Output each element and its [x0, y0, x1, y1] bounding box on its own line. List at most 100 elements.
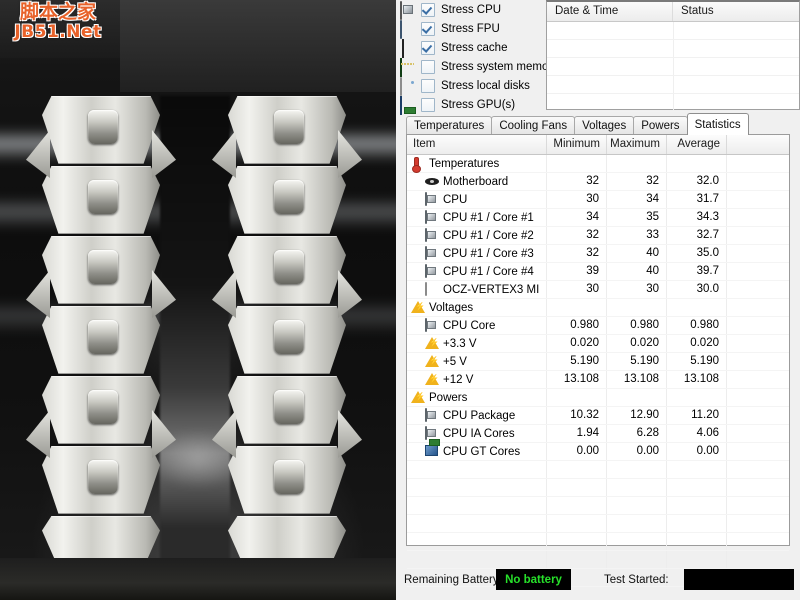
stats-row[interactable]: CPU Core 0.980 0.980 0.980 [407, 317, 789, 335]
stress-option-row[interactable]: Stress CPU [400, 0, 548, 20]
stats-row[interactable]: +12 V 13.108 13.108 13.108 [407, 371, 789, 389]
stress-option-row[interactable]: Stress cache [400, 38, 548, 58]
watermark: 脚本之家 JB51.Net [6, 2, 110, 41]
stats-minimum-cell: 1.94 [547, 425, 607, 442]
stats-item-label: CPU Package [443, 409, 516, 422]
stats-item-label: CPU IA Cores [443, 427, 515, 440]
tab-statistics[interactable]: Statistics [686, 113, 749, 135]
statistics-body: Temperatures Motherboard 32 32 32.0 CPU 30 34 31… [407, 155, 789, 587]
stats-row[interactable]: Voltages [407, 299, 789, 317]
ram-icon [400, 58, 416, 77]
stats-spacer-cell [727, 227, 789, 244]
tab-bar: Temperatures Cooling Fans Voltages Powers St… [406, 113, 749, 135]
stats-row[interactable]: Powers [407, 389, 789, 407]
stats-item-label: CPU #1 / Core #3 [443, 247, 534, 260]
stress-option-row[interactable]: Stress FPU [400, 19, 548, 39]
thermometer-icon [411, 157, 425, 171]
test-started-label: Test Started: [604, 574, 669, 586]
stats-item-label: CPU Core [443, 319, 496, 332]
stats-spacer-cell [727, 425, 789, 442]
stats-item-cell: +12 V [407, 371, 547, 388]
stats-row[interactable]: CPU GT Cores 0.00 0.00 0.00 [407, 443, 789, 461]
stats-minimum-cell: 30 [547, 191, 607, 208]
event-log-row [547, 40, 799, 58]
tab-powers[interactable]: Powers [633, 116, 688, 135]
stats-row[interactable]: +5 V 5.190 5.190 5.190 [407, 353, 789, 371]
stress-option-row[interactable]: Stress GPU(s) [400, 95, 548, 115]
stress-option-label: Stress CPU [441, 3, 502, 16]
stats-minimum-cell: 0.00 [547, 443, 607, 460]
stats-row[interactable]: CPU #1 / Core #4 39 40 39.7 [407, 263, 789, 281]
stats-item-cell: CPU IA Cores [407, 425, 547, 442]
stats-row[interactable]: Temperatures [407, 155, 789, 173]
stats-col-spacer [727, 135, 789, 154]
event-log-row [547, 22, 799, 40]
event-log-col-datetime[interactable]: Date & Time [547, 2, 673, 21]
stress-option-row[interactable]: Stress system memory [400, 57, 558, 77]
stats-row[interactable]: +3.3 V 0.020 0.020 0.020 [407, 335, 789, 353]
stress-option-checkbox[interactable] [421, 78, 435, 93]
stats-row[interactable]: CPU #1 / Core #3 32 40 35.0 [407, 245, 789, 263]
stats-average-cell [667, 299, 727, 316]
cpu-square-icon [425, 407, 439, 423]
stats-row[interactable]: Motherboard 32 32 32.0 [407, 173, 789, 191]
stats-item-cell: CPU #1 / Core #1 [407, 209, 547, 226]
stats-item-cell: CPU #1 / Core #2 [407, 227, 547, 244]
stats-col-item[interactable]: Item [407, 135, 547, 154]
stats-maximum-cell: 35 [607, 209, 667, 226]
stats-spacer-cell [727, 317, 789, 334]
stats-minimum-cell: 32 [547, 227, 607, 244]
cpu-square-icon [425, 263, 439, 279]
stats-item-cell: Motherboard [407, 173, 547, 190]
stats-row[interactable]: OCZ-VERTEX3 MI 30 30 30.0 [407, 281, 789, 299]
stats-row[interactable]: CPU 30 34 31.7 [407, 191, 789, 209]
stress-option-checkbox[interactable] [421, 2, 435, 17]
stats-maximum-cell: 0.020 [607, 335, 667, 352]
stats-item-label: Powers [429, 391, 468, 404]
stress-option-checkbox[interactable] [421, 59, 435, 74]
stats-item-cell: CPU GT Cores [407, 443, 547, 460]
tab-cooling-fans[interactable]: Cooling Fans [491, 116, 576, 135]
ssd-icon [425, 281, 439, 297]
stats-maximum-cell: 32 [607, 173, 667, 190]
photo-bottom-shade [0, 558, 396, 600]
cpu-square-icon [425, 227, 439, 243]
stats-item-cell: CPU #1 / Core #4 [407, 263, 547, 280]
stress-option-label: Stress cache [441, 41, 508, 54]
tab-voltages[interactable]: Voltages [574, 116, 635, 135]
stats-row[interactable]: CPU IA Cores 1.94 6.28 4.06 [407, 425, 789, 443]
stress-option-row[interactable]: Stress local disks [400, 76, 548, 96]
stress-option-checkbox[interactable] [421, 21, 435, 36]
stats-empty-row [407, 515, 789, 533]
stats-empty-row [407, 479, 789, 497]
stats-minimum-cell: 32 [547, 245, 607, 262]
stress-option-label: Stress GPU(s) [441, 98, 516, 111]
stats-item-label: Temperatures [429, 157, 500, 170]
warning-icon [411, 301, 425, 315]
stats-item-label: CPU #1 / Core #4 [443, 265, 534, 278]
stats-col-average[interactable]: Average [667, 135, 727, 154]
stats-spacer-cell [727, 335, 789, 352]
disk-icon [400, 77, 416, 96]
stats-spacer-cell [727, 443, 789, 460]
cpu-square-icon [425, 209, 439, 225]
event-log-header: Date & Time Status [547, 2, 799, 22]
stats-item-cell: +5 V [407, 353, 547, 370]
event-log-col-status[interactable]: Status [673, 2, 799, 21]
event-log-row [547, 58, 799, 76]
stats-minimum-cell: 13.108 [547, 371, 607, 388]
stress-option-checkbox[interactable] [421, 40, 435, 55]
stats-col-minimum[interactable]: Minimum [547, 135, 607, 154]
stats-row[interactable]: CPU #1 / Core #1 34 35 34.3 [407, 209, 789, 227]
stats-item-label: +5 V [443, 355, 467, 368]
tab-temperatures[interactable]: Temperatures [406, 116, 493, 135]
event-log-table[interactable]: Date & Time Status [546, 0, 800, 112]
statistics-header: Item Minimum Maximum Average [407, 135, 789, 155]
stats-row[interactable]: CPU #1 / Core #2 32 33 32.7 [407, 227, 789, 245]
stress-option-checkbox[interactable] [421, 97, 435, 112]
stress-option-label: Stress system memory [441, 60, 558, 73]
stats-row[interactable]: CPU Package 10.32 12.90 11.20 [407, 407, 789, 425]
stats-col-maximum[interactable]: Maximum [607, 135, 667, 154]
stats-spacer-cell [727, 389, 789, 406]
stress-options-list: Stress CPU Stress FPU Stress cache Stress s… [400, 0, 558, 115]
